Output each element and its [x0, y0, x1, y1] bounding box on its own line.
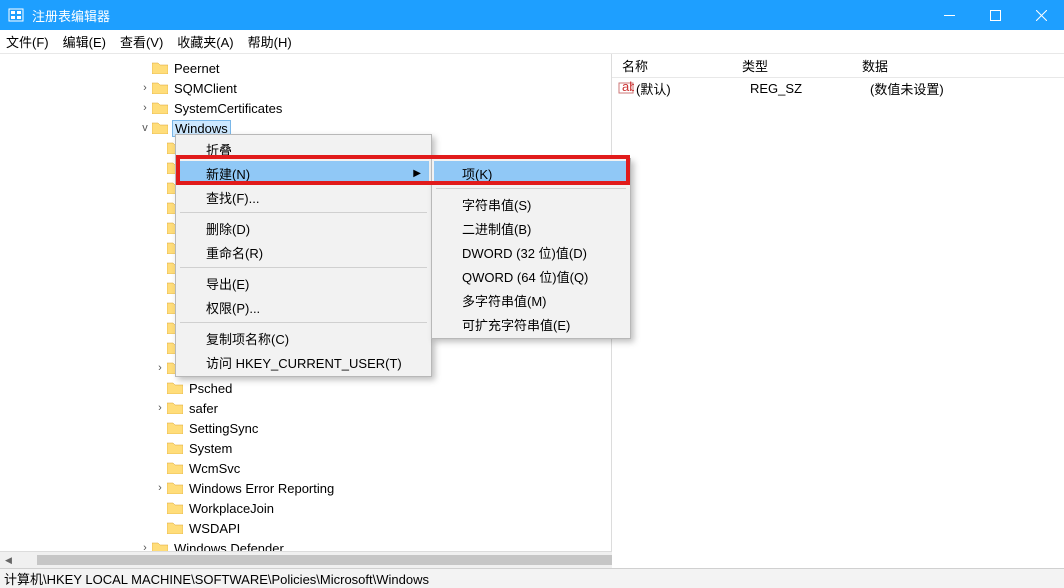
svg-text:ab: ab — [622, 80, 634, 94]
tree-item[interactable]: Peernet — [8, 58, 611, 78]
menu-edit[interactable]: 编辑(E) — [63, 32, 106, 51]
tree-item-label: safer — [187, 401, 220, 416]
menu-view[interactable]: 查看(V) — [120, 32, 163, 51]
folder-icon — [167, 481, 183, 495]
expand-icon[interactable]: › — [153, 402, 167, 414]
col-type[interactable]: 类型 — [732, 56, 852, 75]
tree-item-label: Peernet — [172, 61, 222, 76]
statusbar-path: 计算机\HKEY LOCAL MACHINE\SOFTWARE\Policies… — [4, 569, 429, 588]
ctx-delete[interactable]: 删除(D) — [178, 216, 429, 240]
ctx-collapse[interactable]: 折叠 — [178, 137, 429, 161]
list-header[interactable]: 名称 类型 数据 — [612, 54, 1064, 78]
tree-item[interactable]: › Windows Error Reporting — [8, 478, 611, 498]
ctx-new-qword[interactable]: QWORD (64 位)值(Q) — [434, 264, 628, 288]
cell-data: (数值未设置) — [870, 79, 1064, 98]
menu-file[interactable]: 文件(F) — [6, 32, 49, 51]
menu-help[interactable]: 帮助(H) — [248, 32, 292, 51]
tree-item[interactable]: › SQMClient — [8, 78, 611, 98]
submenu-arrow-icon: ▶ — [413, 168, 421, 179]
folder-icon — [167, 461, 183, 475]
ctx-sep — [180, 212, 427, 213]
ctx-sep — [180, 322, 427, 323]
tree-item-label: WcmSvc — [187, 461, 242, 476]
tree-item-label: SystemCertificates — [172, 101, 284, 116]
tree-hscrollbar[interactable]: ◀ ▶ — [0, 551, 612, 568]
folder-icon — [167, 421, 183, 435]
window-title: 注册表编辑器 — [32, 6, 926, 25]
expand-icon[interactable]: › — [138, 82, 152, 94]
tree-item[interactable]: Psched — [8, 378, 611, 398]
tree-item[interactable]: › SystemCertificates — [8, 98, 611, 118]
folder-icon — [167, 521, 183, 535]
context-menu-tree: 折叠 新建(N) ▶ 查找(F)... 删除(D) 重命名(R) 导出(E) 权限… — [175, 134, 432, 377]
list-pane[interactable]: 名称 类型 数据 ab (默认) REG_SZ (数值未设置) — [612, 54, 1064, 568]
ctx-copy-keyname[interactable]: 复制项名称(C) — [178, 326, 429, 350]
minimize-button[interactable] — [926, 0, 972, 30]
expand-icon[interactable]: › — [153, 362, 167, 374]
ctx-goto-hkcu[interactable]: 访问 HKEY_CURRENT_USER(T) — [178, 350, 429, 374]
tree-item-label: WSDAPI — [187, 521, 242, 536]
ctx-rename[interactable]: 重命名(R) — [178, 240, 429, 264]
folder-icon — [152, 121, 168, 135]
tree-item[interactable]: WcmSvc — [8, 458, 611, 478]
tree-item-label: SettingSync — [187, 421, 260, 436]
ctx-permissions[interactable]: 权限(P)... — [178, 295, 429, 319]
cell-type: REG_SZ — [750, 81, 870, 96]
expand-icon[interactable]: › — [153, 482, 167, 494]
tree-item[interactable]: WorkplaceJoin — [8, 498, 611, 518]
tree-item-label: Psched — [187, 381, 234, 396]
menu-fav[interactable]: 收藏夹(A) — [177, 32, 233, 51]
tree-item-label: WorkplaceJoin — [187, 501, 276, 516]
ctx-new-multistring[interactable]: 多字符串值(M) — [434, 288, 628, 312]
string-value-icon: ab — [618, 80, 636, 96]
tree-item-label: Windows Error Reporting — [187, 481, 336, 496]
col-name[interactable]: 名称 — [612, 56, 732, 75]
ctx-new-dword[interactable]: DWORD (32 位)值(D) — [434, 240, 628, 264]
ctx-new-expandstring[interactable]: 可扩充字符串值(E) — [434, 312, 628, 336]
folder-icon — [152, 81, 168, 95]
titlebar: 注册表编辑器 — [0, 0, 1064, 30]
tree-item[interactable]: SettingSync — [8, 418, 611, 438]
list-row[interactable]: ab (默认) REG_SZ (数值未设置) — [612, 78, 1064, 98]
ctx-new-binary[interactable]: 二进制值(B) — [434, 216, 628, 240]
folder-icon — [167, 401, 183, 415]
ctx-sep — [180, 267, 427, 268]
tree-item-label: System — [187, 441, 234, 456]
context-submenu-new: 项(K) 字符串值(S) 二进制值(B) DWORD (32 位)值(D) QW… — [431, 158, 631, 339]
menubar: 文件(F) 编辑(E) 查看(V) 收藏夹(A) 帮助(H) — [0, 30, 1064, 54]
ctx-new-label: 新建(N) — [206, 164, 250, 183]
tree-item[interactable]: WSDAPI — [8, 518, 611, 538]
close-button[interactable] — [1018, 0, 1064, 30]
ctx-new[interactable]: 新建(N) ▶ — [178, 161, 429, 185]
expand-icon[interactable]: v — [138, 122, 152, 134]
ctx-sep — [436, 188, 626, 189]
ctx-find[interactable]: 查找(F)... — [178, 185, 429, 209]
regedit-icon — [4, 7, 28, 23]
ctx-new-string[interactable]: 字符串值(S) — [434, 192, 628, 216]
tree-item[interactable]: › safer — [8, 398, 611, 418]
expand-icon[interactable]: › — [138, 102, 152, 114]
ctx-new-key[interactable]: 项(K) — [434, 161, 628, 185]
ctx-export[interactable]: 导出(E) — [178, 271, 429, 295]
folder-icon — [167, 441, 183, 455]
cell-name: (默认) — [636, 79, 750, 98]
folder-icon — [167, 501, 183, 515]
folder-icon — [152, 101, 168, 115]
col-data[interactable]: 数据 — [852, 56, 1064, 75]
statusbar: 计算机\HKEY LOCAL MACHINE\SOFTWARE\Policies… — [0, 568, 1064, 588]
folder-icon — [152, 61, 168, 75]
folder-icon — [167, 381, 183, 395]
maximize-button[interactable] — [972, 0, 1018, 30]
tree-item[interactable]: System — [8, 438, 611, 458]
tree-item-label: SQMClient — [172, 81, 239, 96]
scroll-left-icon[interactable]: ◀ — [0, 552, 17, 568]
